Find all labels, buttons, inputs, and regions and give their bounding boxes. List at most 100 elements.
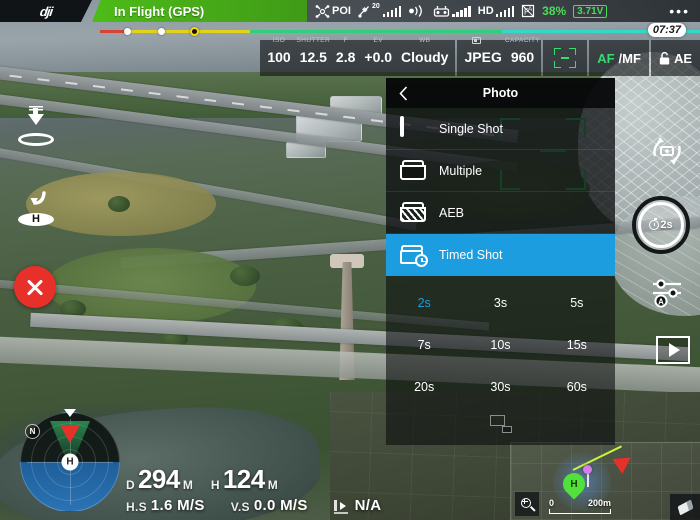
map-clear-button[interactable] [670, 494, 700, 520]
storage-group[interactable]: JPEG CAPACITY 960 [457, 37, 542, 76]
interval-option[interactable]: 2s [386, 282, 462, 324]
vertical-speed-readout: V.S 0.0 M/S [231, 497, 308, 514]
option-aeb[interactable]: AEB [386, 192, 615, 234]
interval-option[interactable]: 5s [539, 282, 615, 324]
status-icon-group: POI 20 HD F A 38% 3.71V ••• [30, 0, 700, 22]
interval-option[interactable]: 20s [386, 366, 462, 408]
unlocked-padlock-icon [659, 51, 670, 64]
map-home-label: H [570, 478, 578, 490]
camera-video-switch-icon [653, 137, 681, 165]
auto-landing-button[interactable] [16, 106, 56, 150]
option-single-shot[interactable]: Single Shot [386, 108, 615, 150]
format-cell[interactable]: JPEG [464, 37, 502, 67]
interval-option[interactable]: 7s [386, 324, 462, 366]
sliders-auto-icon: A [653, 279, 681, 308]
remote-controller-status[interactable] [433, 5, 471, 17]
interval-option[interactable]: 30s [462, 366, 538, 408]
satellite-icon [358, 5, 369, 18]
svg-text:A: A [658, 298, 664, 307]
option-multiple[interactable]: Multiple [386, 150, 615, 192]
hd-label: HD [477, 5, 494, 17]
shutter-cell[interactable]: SHUTTER 12.5 [297, 37, 330, 67]
map-scale-bar: 0 200m [549, 498, 611, 514]
interval-grid: 2s 3s 5s 7s 10s 15s 20s 30s 60s [386, 276, 615, 408]
ae-lock-button[interactable]: AE [650, 40, 700, 76]
map-waypoint-stem [587, 473, 589, 487]
exposure-settings-group[interactable]: ISO 100 SHUTTER 12.5 F 2.8 EV +0.0 WB Cl… [260, 37, 456, 76]
timeline-marker [158, 27, 165, 35]
af-mf-toggle[interactable]: AF /MF [589, 40, 649, 76]
vspeed-key: V.S [230, 500, 250, 514]
vspeed-value: 0.0 M/S [253, 497, 308, 514]
flight-status-text: In Flight (GPS) [114, 3, 205, 19]
scale-line [549, 509, 611, 514]
panel-title: Photo [482, 86, 519, 100]
map-home-pin[interactable]: H [558, 468, 590, 500]
rc-signal-bars-icon [452, 5, 471, 17]
distance-key: D [126, 478, 135, 492]
auto-settings-button[interactable]: A [644, 268, 690, 314]
flight-mode-indicator[interactable]: F A [521, 4, 535, 18]
map-zoom-button[interactable] [515, 492, 539, 516]
distance-readout: D 294 M [126, 466, 193, 492]
interval-option[interactable]: 15s [539, 324, 615, 366]
flight-mode-icon: F A [522, 4, 535, 18]
map-inset[interactable]: H 0 200m [510, 442, 700, 520]
north-indicator[interactable]: N [25, 424, 40, 439]
poi-label: POI [332, 5, 351, 17]
panel-header: Photo [386, 78, 615, 108]
wb-cell[interactable]: WB Cloudy [401, 37, 449, 67]
focus-mode-button[interactable] [543, 40, 588, 76]
shutter-button[interactable]: 2s [632, 196, 690, 254]
capacity-label: CAPACITY [504, 37, 541, 44]
picture-in-picture-icon [489, 415, 512, 433]
af-label: AF [597, 50, 615, 66]
iso-cell[interactable]: ISO 100 [267, 37, 290, 67]
gps-satellite-status[interactable]: 20 [358, 3, 402, 18]
playback-frame [656, 336, 690, 364]
battery-voltage: 3.71V [573, 4, 608, 18]
scene-tree [108, 196, 130, 212]
rc-link-status[interactable] [408, 5, 426, 17]
photo-mode-panel: Photo Single Shot Multiple AEB Timed Sho… [386, 78, 615, 445]
format-value: JPEG [464, 49, 502, 65]
altitude-value: 124 [222, 464, 265, 494]
interval-option[interactable]: 60s [539, 366, 615, 408]
capacity-cell: CAPACITY 960 [505, 37, 540, 67]
interval-option[interactable]: 3s [462, 282, 538, 324]
option-label: AEB [439, 205, 465, 220]
shutter-timer-label: 2s [660, 219, 673, 231]
capacity-value: 960 [510, 49, 535, 65]
flight-time-badge: 07:37 [647, 23, 686, 37]
landing-arrow-icon [28, 114, 44, 125]
dji-logo-block[interactable]: dji [0, 0, 92, 22]
option-timed-shot[interactable]: Timed Shot [386, 234, 615, 276]
poi-button[interactable]: POI [315, 4, 351, 18]
red-x-icon [25, 277, 45, 297]
striped-frames-icon [400, 201, 427, 224]
camera-video-switch-button[interactable] [644, 128, 690, 174]
more-options-button[interactable]: ••• [669, 3, 690, 19]
aperture-label: F [343, 37, 348, 44]
battery-timeline: 07:37 [100, 23, 700, 37]
attitude-radar-ball[interactable]: H N [20, 409, 120, 512]
return-to-home-button[interactable]: H [16, 190, 56, 230]
video-link-status[interactable]: 5.8G HD [30, 0, 515, 17]
dji-go-flight-screen: dji In Flight (GPS) POI 20 HD F A 38% 3.… [0, 0, 700, 520]
wb-value: Cloudy [401, 49, 449, 65]
wb-label: WB [419, 37, 431, 44]
playback-button[interactable] [656, 336, 690, 364]
aperture-cell[interactable]: F 2.8 [336, 37, 355, 67]
hspeed-key: H.S [126, 500, 147, 514]
interval-option[interactable]: 10s [462, 324, 538, 366]
shutter-timer-indicator: 2s [649, 218, 673, 231]
altitude-readout: H 124 M [211, 466, 278, 492]
picture-in-picture-button[interactable] [386, 403, 615, 445]
ev-cell[interactable]: EV +0.0 [364, 37, 392, 67]
scale-min-label: 0 [549, 498, 555, 508]
altitude-key: H [210, 478, 220, 492]
cancel-stop-button[interactable] [14, 266, 56, 308]
option-label: Timed Shot [439, 247, 503, 262]
dji-logo: dji [38, 3, 54, 19]
timer-frames-icon [400, 244, 428, 267]
